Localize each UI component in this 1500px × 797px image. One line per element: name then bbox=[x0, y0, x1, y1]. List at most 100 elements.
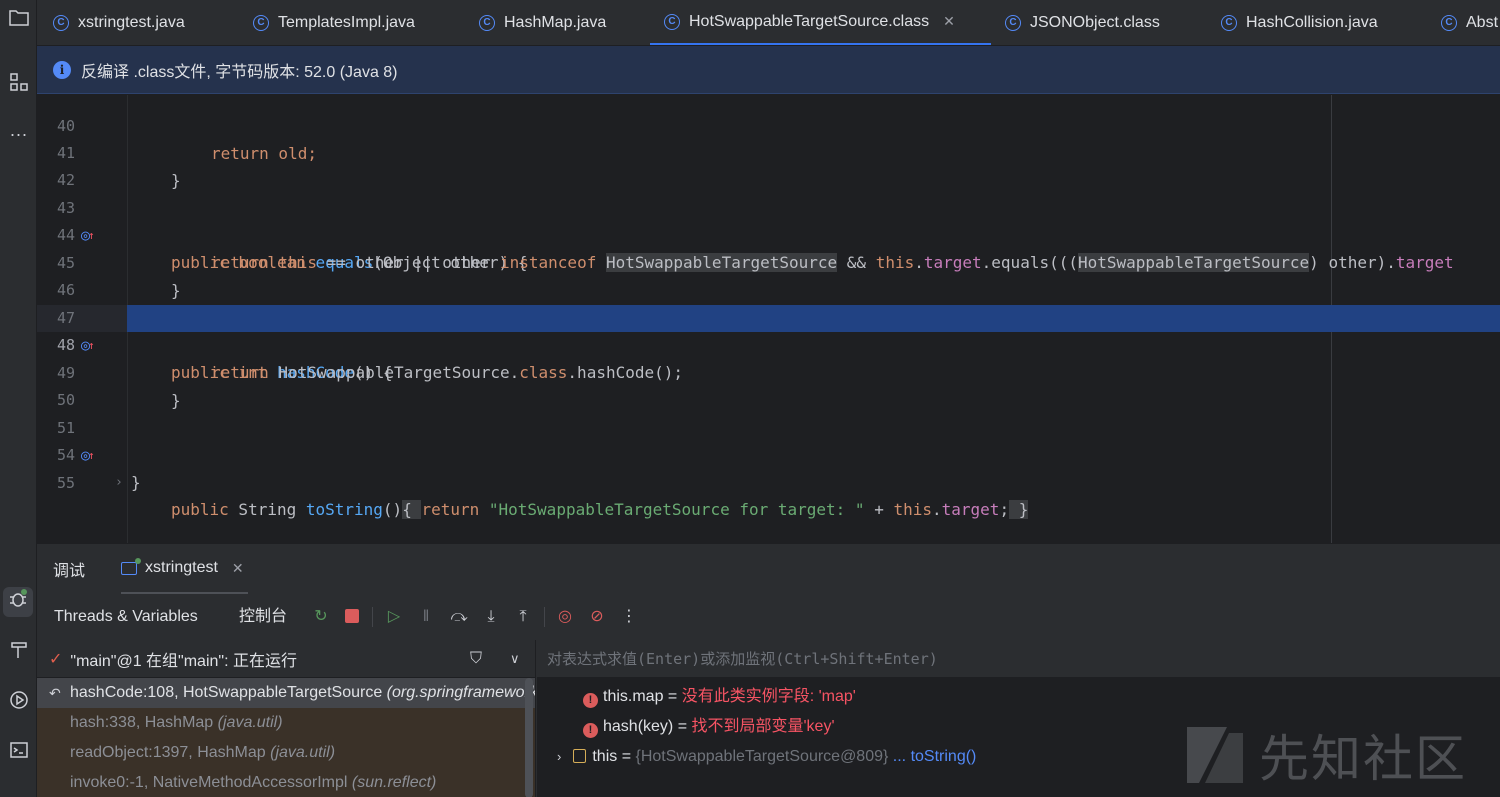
expand-chevron-icon[interactable]: › bbox=[557, 749, 561, 764]
tab-jsonobject[interactable]: C JSONObject.class bbox=[1005, 0, 1160, 45]
code-token: + bbox=[864, 500, 894, 519]
variable-value: {HotSwappableTargetSource@809} bbox=[635, 748, 889, 765]
step-out-icon[interactable]: ⤒ bbox=[512, 606, 534, 628]
filter-icon[interactable]: ⛉ bbox=[470, 650, 482, 668]
tab-label: TemplatesImpl.java bbox=[278, 14, 415, 31]
debug-bug-icon[interactable] bbox=[3, 587, 33, 617]
more-options-icon[interactable]: ⋮ bbox=[618, 606, 640, 628]
code-token: String bbox=[228, 500, 306, 519]
class-icon: C bbox=[53, 15, 69, 31]
frames-scrollbar[interactable] bbox=[525, 678, 533, 797]
class-icon: C bbox=[253, 15, 269, 31]
close-icon[interactable]: ✕ bbox=[943, 13, 955, 30]
rerun-icon[interactable]: ↻ bbox=[310, 606, 332, 628]
variable-row[interactable]: ! this.map = 没有此类实例字段: 'map' bbox=[583, 682, 856, 712]
error-icon: ! bbox=[583, 723, 598, 738]
code-line-49: 49 } bbox=[37, 333, 1500, 410]
frame-method: readObject:1397, HashMap bbox=[70, 744, 271, 761]
tab-label: Abst bbox=[1466, 14, 1499, 31]
folded-brace[interactable]: { bbox=[402, 500, 422, 519]
tab-hashmap[interactable]: C HashMap.java bbox=[479, 0, 607, 45]
class-icon: C bbox=[664, 13, 680, 30]
fold-chevron-icon[interactable]: › bbox=[115, 469, 123, 496]
variable-name: this.map bbox=[603, 688, 664, 705]
variable-row[interactable]: ! hash(key) = 找不到局部变量'key' bbox=[583, 712, 835, 742]
structure-icon[interactable] bbox=[0, 72, 37, 98]
services-play-icon[interactable] bbox=[0, 690, 37, 716]
resume-icon[interactable]: ▷ bbox=[383, 606, 405, 628]
frame-method: invoke0:-1, NativeMethodAccessorImpl bbox=[70, 774, 352, 791]
watermark-text: 先知社区 bbox=[1259, 730, 1467, 788]
code-token: return bbox=[421, 500, 480, 519]
frame-package: (sun.reflect) bbox=[351, 774, 437, 791]
stack-frame[interactable]: ↶ hashCode:108, HotSwappableTargetSource… bbox=[37, 678, 536, 708]
folder-icon[interactable] bbox=[0, 8, 37, 32]
debug-toolbar: Threads & Variables 控制台 ↻ ▷ ‖ ⤼ ⤓ ⤒ ◎ ⊘ … bbox=[37, 594, 1500, 640]
build-hammer-icon[interactable] bbox=[0, 640, 37, 666]
tab-abst[interactable]: C Abst bbox=[1441, 0, 1499, 45]
code-text: } bbox=[131, 473, 141, 492]
tab-label: HashMap.java bbox=[504, 14, 607, 31]
info-icon: i bbox=[53, 60, 71, 79]
stack-frame[interactable]: readObject:1397, HashMap (java.util) bbox=[37, 738, 535, 768]
console-tab[interactable]: 控制台 bbox=[239, 594, 287, 640]
error-icon: ! bbox=[583, 693, 598, 708]
code-token: . bbox=[932, 500, 942, 519]
tab-xstringtest-session[interactable]: xstringtest ✕ bbox=[121, 544, 248, 594]
frame-package: (java.util) bbox=[270, 744, 336, 761]
threads-variables-tab[interactable]: Threads & Variables bbox=[54, 594, 198, 640]
class-icon: C bbox=[1005, 15, 1021, 31]
stop-icon[interactable] bbox=[341, 606, 363, 628]
tab-label: xstringtest.java bbox=[78, 14, 185, 31]
close-icon[interactable]: ✕ bbox=[232, 560, 244, 577]
tab-label: JSONObject.class bbox=[1030, 14, 1160, 31]
variable-value: 找不到局部变量'key' bbox=[691, 718, 835, 735]
toolbar-separator bbox=[372, 607, 373, 627]
frame-package: (org.springframework.aop.target) bbox=[386, 684, 536, 701]
class-icon: C bbox=[1221, 15, 1237, 31]
tab-templatesimpl[interactable]: C TemplatesImpl.java bbox=[253, 0, 415, 45]
folded-brace[interactable]: } bbox=[1009, 500, 1029, 519]
code-token: this bbox=[893, 500, 932, 519]
code-token: "HotSwappableTargetSource for target: " bbox=[479, 500, 865, 519]
variable-row[interactable]: › this = {HotSwappableTargetSource@809} .… bbox=[557, 742, 976, 772]
eval-placeholder: 对表达式求值(Enter)或添加监视(Ctrl+Shift+Enter) bbox=[547, 650, 938, 668]
watermark-logo-icon bbox=[1185, 723, 1245, 787]
code-line-45: 45 } bbox=[37, 223, 1500, 300]
debug-tabs: 调试 xstringtest ✕ bbox=[37, 544, 1500, 594]
editor-tab-bar: Cxstringtest.java C TemplatesImpl.java CH… bbox=[37, 0, 1500, 46]
thread-status: "main"@1 在组"main": 正在运行 bbox=[70, 652, 297, 670]
view-breakpoints-icon[interactable]: ◎ bbox=[554, 606, 576, 628]
tab-debug[interactable]: 调试 bbox=[53, 544, 85, 594]
stack-frame[interactable]: invoke0:-1, NativeMethodAccessorImpl (su… bbox=[37, 768, 535, 797]
pause-icon[interactable]: ‖ bbox=[415, 606, 437, 628]
frame-method: hashCode:108, HotSwappableTargetSource bbox=[70, 684, 387, 701]
tostring-link[interactable]: ... toString() bbox=[888, 748, 977, 765]
variable-equals: = bbox=[663, 688, 682, 705]
code-line-55: 55 bbox=[37, 443, 1500, 492]
stack-frame[interactable]: hash:338, HashMap (java.util) bbox=[37, 708, 535, 738]
watermark: 先知社区 bbox=[1185, 720, 1467, 790]
chevron-down-icon[interactable]: ∨ bbox=[510, 651, 520, 667]
tab-xstringtest[interactable]: Cxstringtest.java bbox=[53, 0, 185, 45]
mute-breakpoints-icon[interactable]: ⊘ bbox=[586, 606, 608, 628]
step-into-icon[interactable]: ⤓ bbox=[480, 606, 502, 628]
variable-equals: = bbox=[617, 748, 636, 765]
thread-selector[interactable]: ✓ "main"@1 在组"main": 正在运行 ⛉ ∨ bbox=[37, 640, 535, 678]
code-line-44: 44 return this == other || other instanc… bbox=[37, 195, 1500, 272]
evaluate-expression-input[interactable]: 对表达式求值(Enter)或添加监视(Ctrl+Shift+Enter) bbox=[537, 640, 1500, 678]
tab-hashcollision[interactable]: C HashCollision.java bbox=[1221, 0, 1378, 45]
checkmark-icon: ✓ bbox=[49, 650, 63, 668]
return-arrow-icon: ↶ bbox=[49, 685, 61, 701]
step-over-icon[interactable]: ⤼ bbox=[448, 606, 470, 628]
code-editor[interactable]: 40 return old; 41 } 42 43 ◎↑ public bool… bbox=[37, 95, 1500, 543]
tab-label: xstringtest bbox=[145, 559, 218, 576]
code-line-54: 54 } bbox=[37, 415, 1500, 492]
tab-hotswappabletargetsource[interactable]: C HotSwappableTargetSource.class ✕ bbox=[650, 0, 991, 45]
more-icon[interactable]: ··· bbox=[0, 122, 37, 146]
class-icon: C bbox=[479, 15, 495, 31]
code-line-40: 40 return old; bbox=[37, 95, 1500, 163]
code-token: public bbox=[171, 500, 229, 519]
code-token: ; bbox=[999, 500, 1010, 519]
terminal-icon[interactable] bbox=[0, 740, 37, 766]
